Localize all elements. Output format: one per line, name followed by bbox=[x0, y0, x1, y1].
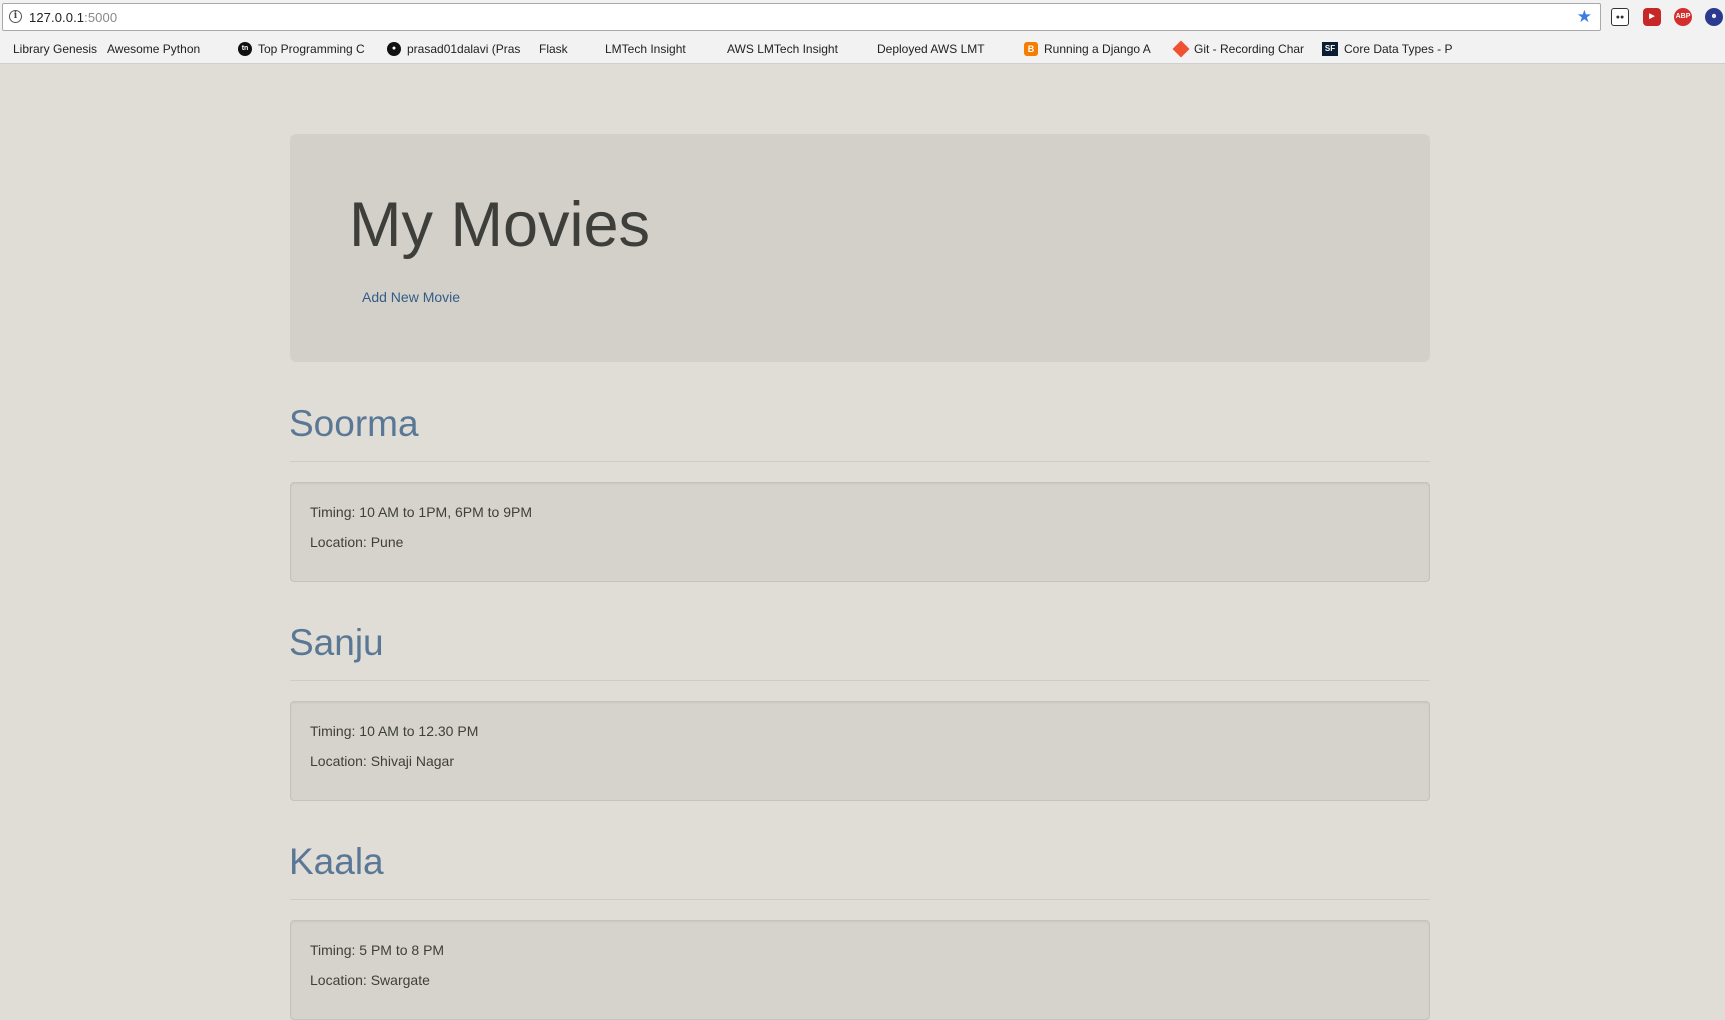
browser-chrome: i 127.0.0.1:5000 ★ ●● ▶ ABP ☻ Library Ge… bbox=[0, 0, 1725, 64]
movie-timing: Timing: 10 AM to 1PM, 6PM to 9PM bbox=[310, 504, 532, 520]
timing-label: Timing: bbox=[310, 942, 360, 958]
movie-location: Location: Shivaji Nagar bbox=[310, 753, 454, 769]
bookmark-label: AWS LMTech Insight bbox=[727, 42, 838, 56]
movie-timing: Timing: 5 PM to 8 PM bbox=[310, 942, 444, 958]
bookmark-label: Top Programming C bbox=[258, 42, 365, 56]
extension-play-icon[interactable]: ▶ bbox=[1643, 8, 1661, 26]
bookmark-label: Library Genesis bbox=[13, 42, 98, 56]
bookmark-item[interactable]: Git - Recording Char bbox=[1172, 40, 1305, 58]
location-label: Location: bbox=[310, 753, 371, 769]
site-info-icon[interactable]: i bbox=[9, 10, 22, 23]
github-icon: ● bbox=[387, 42, 401, 56]
bookmark-item[interactable]: B Running a Django A bbox=[1024, 41, 1151, 57]
tn-icon: tn bbox=[238, 42, 252, 56]
timing-label: Timing: bbox=[310, 504, 360, 520]
page-title: My Movies bbox=[349, 190, 651, 260]
url-port: :5000 bbox=[84, 10, 118, 25]
movie-title-link[interactable]: Sanju bbox=[289, 622, 384, 663]
add-new-movie-link[interactable]: Add New Movie bbox=[362, 289, 460, 305]
location-label: Location: bbox=[310, 972, 371, 988]
adblock-icon[interactable]: ABP bbox=[1674, 8, 1692, 26]
sf-icon: SF bbox=[1322, 42, 1338, 56]
url-text[interactable]: 127.0.0.1:5000 bbox=[29, 10, 117, 25]
bookmarks-bar: Library Genesis Awesome Python tn Top Pr… bbox=[0, 37, 1725, 59]
divider bbox=[290, 680, 1430, 681]
git-icon bbox=[1172, 40, 1190, 58]
page-content: My Movies Add New Movie Soorma Timing: 1… bbox=[0, 64, 1725, 1020]
divider bbox=[290, 461, 1430, 462]
bookmark-item[interactable]: tn Top Programming C bbox=[238, 41, 365, 57]
bookmark-label: Deployed AWS LMT bbox=[877, 42, 985, 56]
blogger-icon: B bbox=[1024, 42, 1038, 56]
timing-value: 10 AM to 12.30 PM bbox=[359, 723, 479, 739]
bookmark-label: Running a Django A bbox=[1044, 42, 1151, 56]
extension-glasses-icon[interactable]: ●● bbox=[1611, 8, 1629, 26]
movie-title[interactable]: Soorma bbox=[289, 405, 419, 442]
bookmark-item[interactable]: Library Genesis bbox=[13, 41, 97, 57]
bookmark-item[interactable]: LMTech Insight bbox=[605, 41, 686, 57]
bookmark-label: Git - Recording Char bbox=[1194, 42, 1305, 56]
bookmark-item[interactable]: ● prasad01dalavi (Pras bbox=[387, 41, 520, 57]
bookmark-item[interactable]: Flask bbox=[539, 41, 568, 57]
location-label: Location: bbox=[310, 534, 371, 550]
movie-location: Location: Pune bbox=[310, 534, 403, 550]
timing-label: Timing: bbox=[310, 723, 360, 739]
bookmark-label: prasad01dalavi (Pras bbox=[407, 42, 521, 56]
bookmark-item[interactable]: AWS LMTech Insight bbox=[727, 41, 838, 57]
movie-title[interactable]: Kaala bbox=[289, 843, 384, 880]
extension-ghost-icon[interactable]: ☻ bbox=[1705, 8, 1723, 26]
movie-title[interactable]: Sanju bbox=[289, 624, 384, 661]
location-value: Pune bbox=[370, 534, 404, 550]
movie-title-link[interactable]: Kaala bbox=[289, 841, 384, 882]
timing-value: 10 AM to 1PM, 6PM to 9PM bbox=[359, 504, 533, 520]
bookmark-label: Core Data Types - P bbox=[1344, 42, 1453, 56]
location-value: Shivaji Nagar bbox=[370, 753, 454, 769]
movie-timing: Timing: 10 AM to 12.30 PM bbox=[310, 723, 478, 739]
bookmark-item[interactable]: SF Core Data Types - P bbox=[1322, 41, 1453, 57]
movie-details: Timing: 10 AM to 1PM, 6PM to 9PM Locatio… bbox=[290, 482, 1430, 582]
bookmark-star-icon[interactable]: ★ bbox=[1577, 7, 1592, 27]
bookmark-label: Awesome Python bbox=[107, 42, 201, 56]
url-host: 127.0.0.1 bbox=[29, 10, 85, 25]
location-value: Swargate bbox=[370, 972, 430, 988]
movie-location: Location: Swargate bbox=[310, 972, 430, 988]
header-jumbotron: My Movies Add New Movie bbox=[290, 134, 1430, 362]
bookmark-label: Flask bbox=[539, 42, 568, 56]
timing-value: 5 PM to 8 PM bbox=[359, 942, 445, 958]
movie-details: Timing: 10 AM to 12.30 PM Location: Shiv… bbox=[290, 701, 1430, 801]
address-bar[interactable]: i 127.0.0.1:5000 ★ bbox=[2, 3, 1601, 31]
movie-title-link[interactable]: Soorma bbox=[289, 403, 419, 444]
bookmark-label: LMTech Insight bbox=[605, 42, 686, 56]
divider bbox=[290, 899, 1430, 900]
bookmark-item[interactable]: Deployed AWS LMT bbox=[877, 41, 985, 57]
bookmark-item[interactable]: Awesome Python bbox=[107, 41, 200, 57]
movie-details: Timing: 5 PM to 8 PM Location: Swargate bbox=[290, 920, 1430, 1020]
